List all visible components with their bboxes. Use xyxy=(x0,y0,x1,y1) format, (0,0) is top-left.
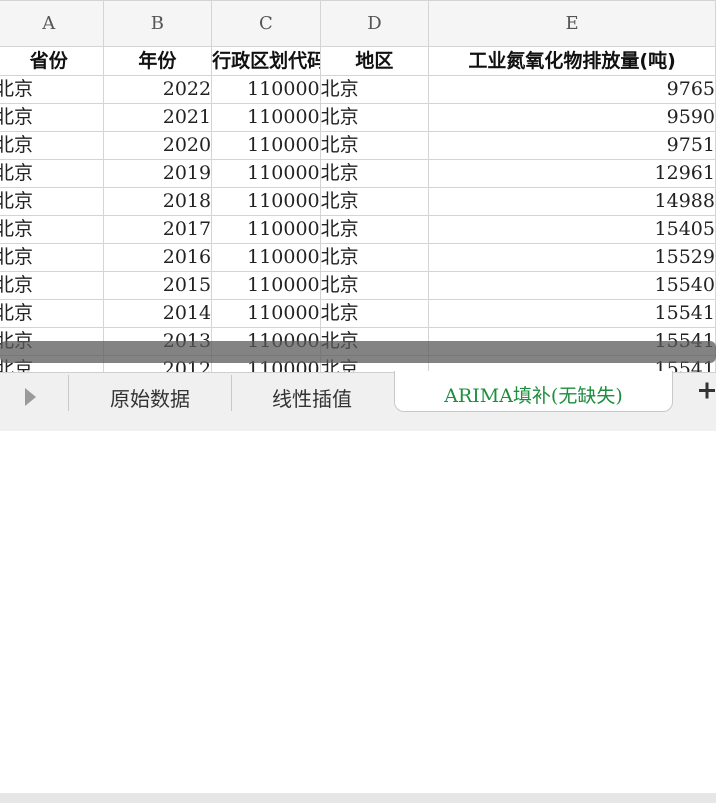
cell-admin-code[interactable]: 110000 xyxy=(211,299,321,328)
tab-linear-interpolation[interactable]: 线性插值 xyxy=(232,373,392,413)
cell-admin-code[interactable]: 110000 xyxy=(211,75,321,104)
field-header-row: 省份 年份 行政区划代码 地区 工业氮氧化物排放量(吨) xyxy=(0,46,716,76)
cell-province[interactable]: 北京 xyxy=(0,299,104,328)
cell-province[interactable]: 北京 xyxy=(0,75,104,104)
cell-province[interactable]: 北京 xyxy=(0,271,104,300)
cell-admin-code[interactable]: 110000 xyxy=(211,243,321,272)
cell-region[interactable]: 北京 xyxy=(319,243,430,272)
spreadsheet-grid: A B C D E 省份 年份 行政区划代码 地区 工业氮氧化物排放量(吨) 北… xyxy=(0,0,716,372)
table-row: 北京2020110000北京9751 xyxy=(0,131,716,160)
column-header-row: A B C D E xyxy=(0,0,716,47)
cell-year[interactable]: 2017 xyxy=(102,215,213,244)
table-row: 北京2016110000北京15529 xyxy=(0,243,716,272)
status-strip xyxy=(0,793,716,803)
cell-region[interactable]: 北京 xyxy=(319,299,430,328)
table-row: 北京2021110000北京9590 xyxy=(0,103,716,132)
column-header-d[interactable]: D xyxy=(319,0,430,47)
plus-icon xyxy=(699,382,715,399)
cell-admin-code[interactable]: 110000 xyxy=(211,215,321,244)
cell-province[interactable]: 北京 xyxy=(0,103,104,132)
data-table: A B C D E 省份 年份 行政区划代码 地区 工业氮氧化物排放量(吨) 北… xyxy=(0,0,716,372)
cell-nox-emission[interactable]: 15540 xyxy=(428,271,716,300)
cell-province[interactable]: 北京 xyxy=(0,131,104,160)
cell-province[interactable]: 北京 xyxy=(0,215,104,244)
cell-year[interactable]: 2016 xyxy=(102,243,213,272)
column-header-b[interactable]: B xyxy=(102,0,213,47)
cell-nox-emission[interactable]: 9765 xyxy=(428,75,716,104)
cell-year[interactable]: 2014 xyxy=(102,299,213,328)
cell-region[interactable]: 北京 xyxy=(319,187,430,216)
cell-nox-emission[interactable]: 14988 xyxy=(428,187,716,216)
cell-year[interactable]: 2021 xyxy=(102,103,213,132)
cell-province[interactable]: 北京 xyxy=(0,187,104,216)
cell-year[interactable]: 2020 xyxy=(102,131,213,160)
tab-raw-data[interactable]: 原始数据 xyxy=(70,373,230,413)
sheet-nav-button[interactable] xyxy=(14,385,44,409)
cell-province[interactable]: 北京 xyxy=(0,159,104,188)
field-nox-emission[interactable]: 工业氮氧化物排放量(吨) xyxy=(428,46,716,76)
cell-nox-emission[interactable]: 15529 xyxy=(428,243,716,272)
cell-region[interactable]: 北京 xyxy=(319,159,430,188)
sheet-tab-bar: 原始数据 线性插值 ARIMA填补(无缺失) xyxy=(0,371,716,803)
cell-nox-emission[interactable]: 9590 xyxy=(428,103,716,132)
triangle-right-icon xyxy=(25,388,36,406)
tab-arima-fill[interactable]: ARIMA填补(无缺失) xyxy=(394,371,673,412)
cell-region[interactable]: 北京 xyxy=(319,75,430,104)
column-header-e[interactable]: E xyxy=(428,0,716,47)
cell-admin-code[interactable]: 110000 xyxy=(211,159,321,188)
tab-divider xyxy=(68,375,69,411)
table-row: 北京2017110000北京15405 xyxy=(0,215,716,244)
cell-nox-emission[interactable]: 15541 xyxy=(428,299,716,328)
cell-admin-code[interactable]: 110000 xyxy=(211,131,321,160)
field-region[interactable]: 地区 xyxy=(319,46,430,76)
table-row: 北京2018110000北京14988 xyxy=(0,187,716,216)
cell-admin-code[interactable]: 110000 xyxy=(211,187,321,216)
column-header-c[interactable]: C xyxy=(211,0,321,47)
field-admin-code[interactable]: 行政区划代码 xyxy=(211,46,321,76)
cell-nox-emission[interactable]: 9751 xyxy=(428,131,716,160)
cell-region[interactable]: 北京 xyxy=(319,215,430,244)
cell-nox-emission[interactable]: 15405 xyxy=(428,215,716,244)
cell-nox-emission[interactable]: 12961 xyxy=(428,159,716,188)
column-header-a[interactable]: A xyxy=(0,0,104,47)
cell-year[interactable]: 2019 xyxy=(102,159,213,188)
cell-year[interactable]: 2018 xyxy=(102,187,213,216)
table-row: 北京2014110000北京15541 xyxy=(0,299,716,328)
table-row: 北京2019110000北京12961 xyxy=(0,159,716,188)
cell-region[interactable]: 北京 xyxy=(319,131,430,160)
cell-admin-code[interactable]: 110000 xyxy=(211,103,321,132)
cell-province[interactable]: 北京 xyxy=(0,243,104,272)
table-row: 北京2015110000北京15540 xyxy=(0,271,716,300)
cell-admin-code[interactable]: 110000 xyxy=(211,271,321,300)
cell-year[interactable]: 2015 xyxy=(102,271,213,300)
cell-region[interactable]: 北京 xyxy=(319,271,430,300)
field-year[interactable]: 年份 xyxy=(102,46,213,76)
cell-year[interactable]: 2022 xyxy=(102,75,213,104)
table-row: 北京2022110000北京9765 xyxy=(0,75,716,104)
field-province[interactable]: 省份 xyxy=(0,46,104,76)
frozen-pane-divider[interactable] xyxy=(0,341,716,363)
add-sheet-button[interactable] xyxy=(697,377,716,407)
cell-region[interactable]: 北京 xyxy=(319,103,430,132)
